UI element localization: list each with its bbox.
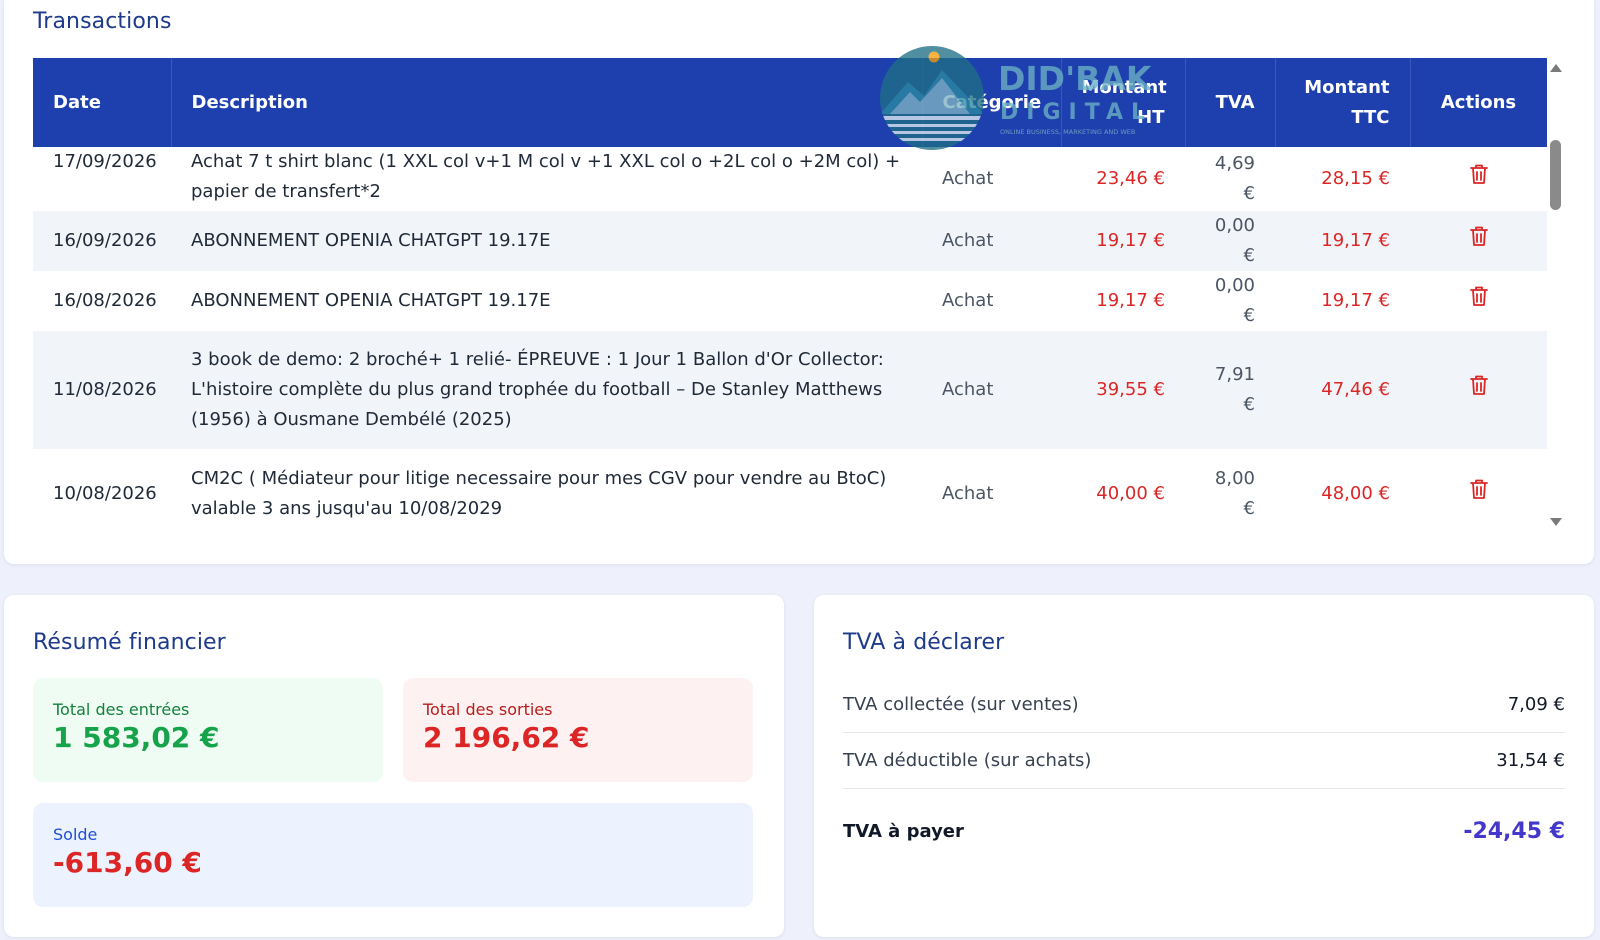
table-header-row: Date Description Catégorie Montant HT TV… [33,58,1547,147]
cell-category: Achat [922,147,1061,211]
financial-summary-title: Résumé financier [33,630,226,655]
vat-declaration-title: TVA à déclarer [843,630,1005,655]
cell-description: 3 book de demo: 2 broché+ 1 relié- ÉPREU… [171,331,922,449]
cell-date: 16/09/2026 [33,211,171,271]
cell-vat: 8,00 € [1185,449,1275,538]
cell-category: Achat [922,271,1061,331]
trash-icon[interactable] [1469,374,1489,406]
cell-amount-ht: 19,17 € [1061,271,1185,331]
vat-collected-value: 7,09 € [1507,694,1565,715]
cell-amount-ttc: 19,17 € [1275,211,1410,271]
trash-icon[interactable] [1469,478,1489,510]
table-row: 11/08/2026 3 book de demo: 2 broché+ 1 r… [33,331,1547,449]
cell-amount-ttc: 28,15 € [1275,147,1410,211]
vat-declaration-card: TVA à déclarer TVA collectée (sur ventes… [814,595,1594,937]
cell-date: 11/08/2026 [33,331,171,449]
cell-description: ABONNEMENT OPENIA CHATGPT 19.17E [171,271,922,331]
trash-icon[interactable] [1469,225,1489,257]
total-expense-value: 2 196,62 € [423,721,590,754]
column-header-vat[interactable]: TVA [1185,58,1276,147]
cell-amount-ht: 23,46 € [1061,147,1185,211]
vat-to-pay-row: TVA à payer -24,45 € [843,791,1565,871]
vat-collected-label: TVA collectée (sur ventes) [843,694,1079,715]
cell-date: 16/08/2026 [33,271,171,331]
table-row: 16/09/2026 ABONNEMENT OPENIA CHATGPT 19.… [33,211,1547,271]
vat-deductible-label: TVA déductible (sur achats) [843,750,1092,771]
transactions-card: Transactions Date Description Catégorie … [4,0,1594,564]
cell-category: Achat [922,211,1061,271]
column-header-description[interactable]: Description [171,58,923,147]
column-header-actions: Actions [1410,58,1547,147]
table-row: 10/08/2026 CM2C ( Médiateur pour litige … [33,449,1547,538]
cell-vat: 7,91 € [1185,331,1275,449]
cell-date: 10/08/2026 [33,449,171,538]
scroll-down-arrow-icon[interactable] [1550,518,1562,526]
table-scrollbar[interactable] [1547,58,1565,538]
cell-description: Achat 7 t shirt blanc (1 XXL col v+1 M c… [171,147,922,211]
cell-amount-ht: 39,55 € [1061,331,1185,449]
cell-vat: 0,00 € [1185,211,1275,271]
cell-description: CM2C ( Médiateur pour litige necessaire … [171,449,922,538]
column-header-category[interactable]: Catégorie [922,58,1062,147]
cell-amount-ttc: 47,46 € [1275,331,1410,449]
total-income-label: Total des entrées [53,700,190,719]
cell-vat: 0,00 € [1185,271,1275,331]
column-header-date[interactable]: Date [33,58,172,147]
table-row: 17/09/2026 Achat 7 t shirt blanc (1 XXL … [33,147,1547,211]
total-expense-label: Total des sorties [423,700,553,719]
total-income-box: Total des entrées 1 583,02 € [33,678,383,782]
cell-category: Achat [922,449,1061,538]
cell-amount-ht: 19,17 € [1061,211,1185,271]
vat-deductible-row: TVA déductible (sur achats) 31,54 € [843,733,1565,789]
vat-to-pay-label: TVA à payer [843,820,964,842]
balance-value: -613,60 € [53,846,202,879]
trash-icon[interactable] [1469,285,1489,317]
cell-date: 17/09/2026 [33,147,171,211]
vat-collected-row: TVA collectée (sur ventes) 7,09 € [843,677,1565,733]
cell-amount-ttc: 19,17 € [1275,271,1410,331]
total-expense-box: Total des sorties 2 196,62 € [403,678,753,782]
transactions-title: Transactions [33,9,172,34]
vat-deductible-value: 31,54 € [1496,750,1565,771]
financial-summary-card: Résumé financier Total des entrées 1 583… [4,595,784,937]
balance-label: Solde [53,825,98,844]
balance-box: Solde -613,60 € [33,803,753,907]
vat-to-pay-value: -24,45 € [1463,818,1565,844]
scrollbar-thumb[interactable] [1550,140,1561,210]
table-row: 16/08/2026 ABONNEMENT OPENIA CHATGPT 19.… [33,271,1547,331]
cell-actions [1410,271,1547,331]
cell-category: Achat [922,331,1061,449]
cell-amount-ttc: 48,00 € [1275,449,1410,538]
cell-actions [1410,211,1547,271]
cell-description: ABONNEMENT OPENIA CHATGPT 19.17E [171,211,922,271]
transactions-table: Date Description Catégorie Montant HT TV… [33,58,1547,538]
transactions-table-container[interactable]: Date Description Catégorie Montant HT TV… [33,58,1547,538]
trash-icon[interactable] [1469,163,1489,195]
cell-vat: 4,69 € [1185,147,1275,211]
cell-amount-ht: 40,00 € [1061,449,1185,538]
column-header-amount-ht[interactable]: Montant HT [1061,58,1186,147]
total-income-value: 1 583,02 € [53,721,220,754]
column-header-amount-ttc[interactable]: Montant TTC [1275,58,1411,147]
cell-actions [1410,331,1547,449]
cell-actions [1410,147,1547,211]
cell-actions [1410,449,1547,538]
scroll-up-arrow-icon[interactable] [1550,64,1562,72]
